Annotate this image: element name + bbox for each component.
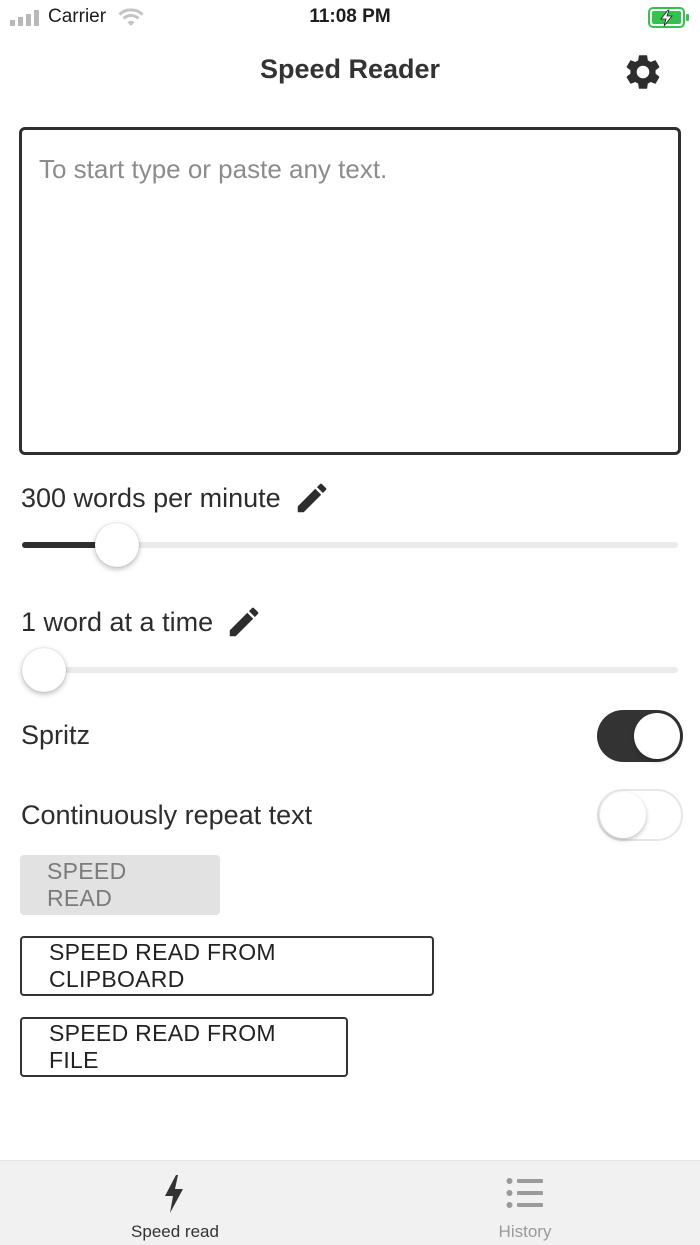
spritz-label: Spritz	[21, 720, 91, 750]
chunk-label: 1 word at a time	[21, 606, 214, 637]
page-title: Speed Reader	[259, 54, 441, 84]
text-input-box[interactable]	[19, 127, 681, 455]
toggle-knob	[634, 713, 680, 759]
repeat-label: Continuously repeat text	[21, 800, 313, 830]
spritz-toggle[interactable]	[597, 710, 683, 762]
list-icon	[506, 1178, 543, 1208]
tab-history[interactable]: History	[350, 1161, 700, 1245]
chunk-slider[interactable]	[22, 647, 678, 693]
chunk-slider-thumb[interactable]	[22, 648, 66, 692]
status-time: 11:08 PM	[309, 6, 391, 27]
wpm-label: 300 words per minute	[21, 482, 281, 513]
repeat-toggle[interactable]	[597, 789, 683, 841]
battery-icon	[648, 7, 689, 28]
tab-speed-read[interactable]: Speed read	[0, 1161, 350, 1245]
gear-icon[interactable]	[622, 51, 664, 93]
tab-label: Speed read	[131, 1222, 219, 1241]
text-input[interactable]	[22, 130, 678, 452]
speed-read-button[interactable]: SPEED READ	[20, 855, 220, 915]
lightning-icon	[165, 1175, 183, 1213]
tab-label: History	[498, 1222, 552, 1241]
pencil-icon[interactable]	[293, 479, 331, 517]
tab-bar: Speed read History	[0, 1160, 700, 1245]
chunk-slider-track	[22, 667, 678, 673]
wpm-slider-thumb[interactable]	[95, 523, 140, 567]
wpm-slider[interactable]	[22, 522, 678, 568]
chunk-row: 1 word at a time	[21, 602, 263, 642]
speed-read-clipboard-button[interactable]: SPEED READ FROM CLIPBOARD	[20, 936, 434, 996]
status-bar: Carrier 11:08 PM	[0, 0, 700, 36]
pencil-icon[interactable]	[225, 603, 263, 641]
speed-read-file-button[interactable]: SPEED READ FROM FILE	[20, 1017, 348, 1077]
toggle-knob	[600, 792, 646, 838]
wpm-row: 300 words per minute	[21, 478, 331, 518]
